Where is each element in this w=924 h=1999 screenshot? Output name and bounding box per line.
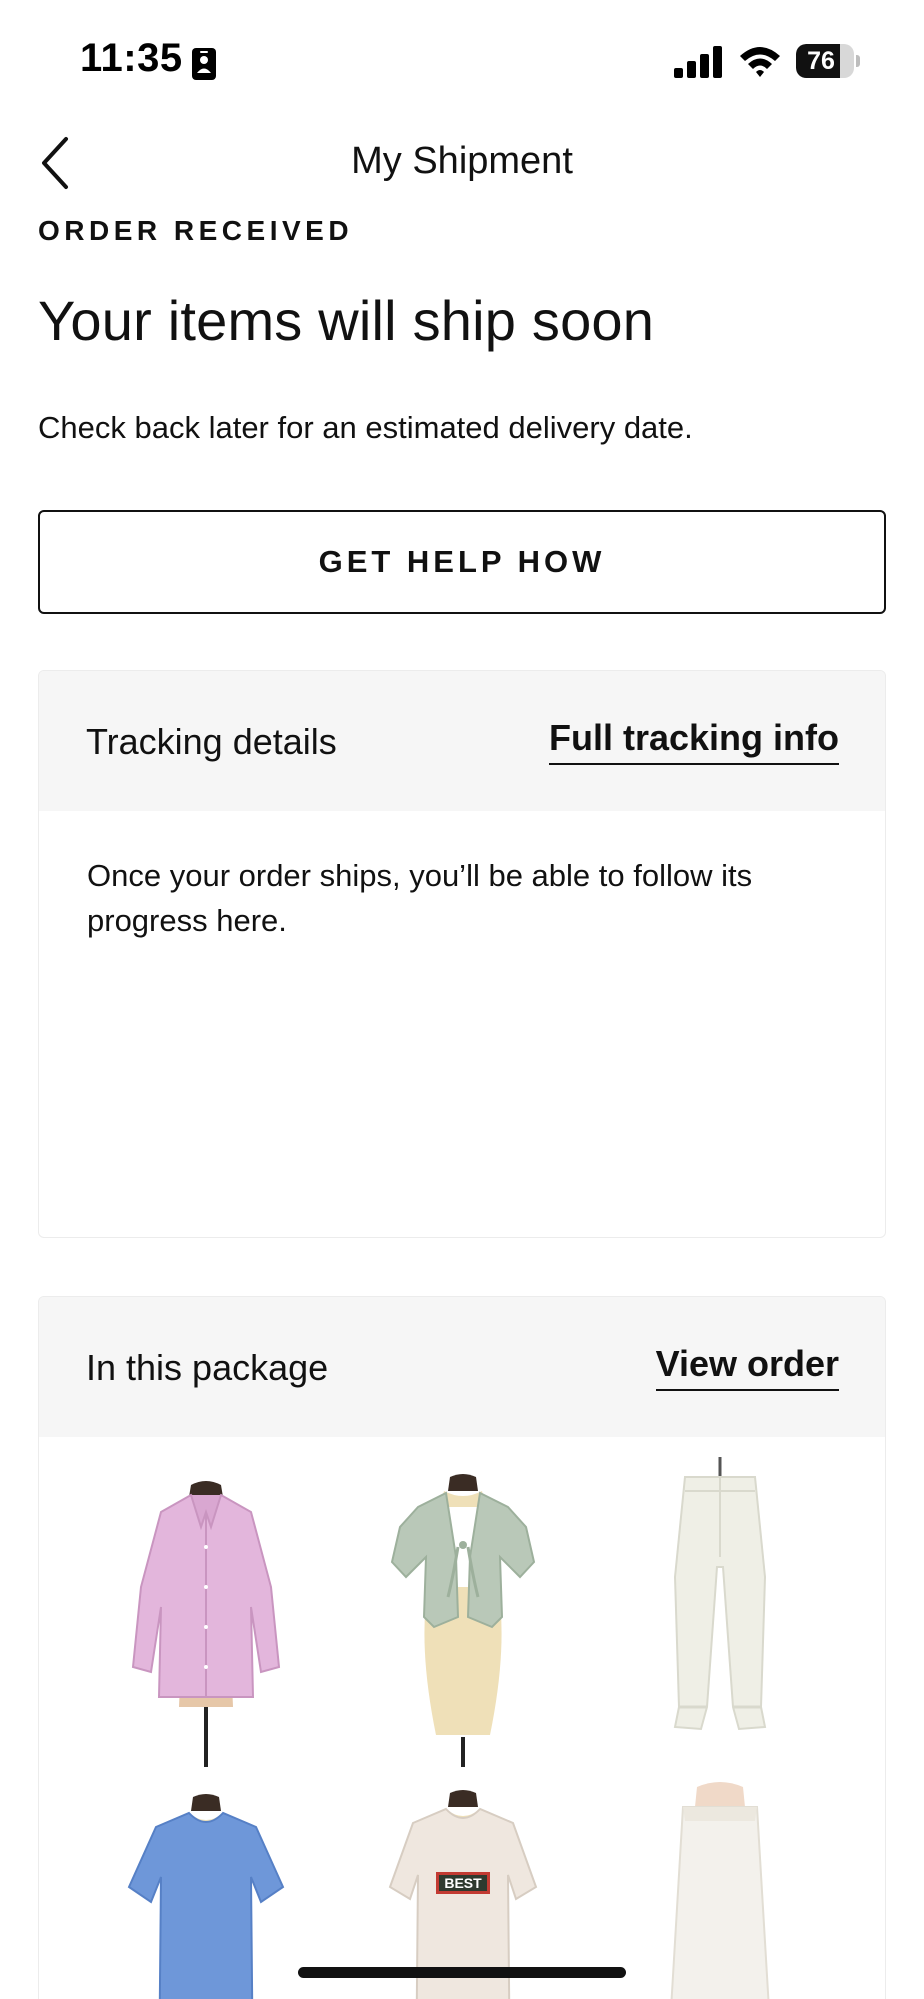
view-order-link[interactable]: View order [655, 1343, 839, 1391]
order-status-label: ORDER RECEIVED [38, 215, 354, 246]
status-time: 11:35 [80, 36, 183, 80]
tracking-title: Tracking details [86, 721, 337, 762]
cellular-signal-icon [674, 46, 722, 78]
id-card-icon [191, 47, 217, 81]
package-title: In this package [86, 1347, 329, 1388]
tracking-header: Tracking details Full tracking info [39, 671, 885, 811]
status-bar: 11:35 76 [0, 0, 924, 120]
item-cream-jogger-pants[interactable] [615, 1457, 825, 1757]
item-white-skirt[interactable] [615, 1777, 825, 1999]
tracking-message: Once your order ships, you’ll be able to… [87, 858, 753, 938]
home-indicator[interactable] [298, 1967, 626, 1978]
item-sage-tie-front-cardigan[interactable] [358, 1467, 568, 1767]
package-card: In this package View order BEST [38, 1296, 886, 1999]
wifi-icon [738, 44, 782, 78]
package-header: In this package View order [39, 1297, 885, 1437]
battery-icon: 76 [796, 44, 860, 78]
get-help-button[interactable]: GET HELP HOW [38, 510, 886, 614]
tracking-details-card: Tracking details Full tracking info Once… [38, 670, 886, 1238]
best-graphic-print: BEST [444, 1875, 482, 1891]
item-blue-tee[interactable] [101, 1787, 311, 1999]
order-headline: Your items will ship soon [38, 289, 655, 352]
order-subtext: Check back later for an estimated delive… [38, 410, 693, 445]
item-pink-button-down-shirt[interactable] [101, 1467, 311, 1767]
battery-percent: 76 [807, 47, 835, 75]
full-tracking-info-link[interactable]: Full tracking info [548, 717, 839, 765]
page-title: My Shipment [351, 140, 573, 182]
